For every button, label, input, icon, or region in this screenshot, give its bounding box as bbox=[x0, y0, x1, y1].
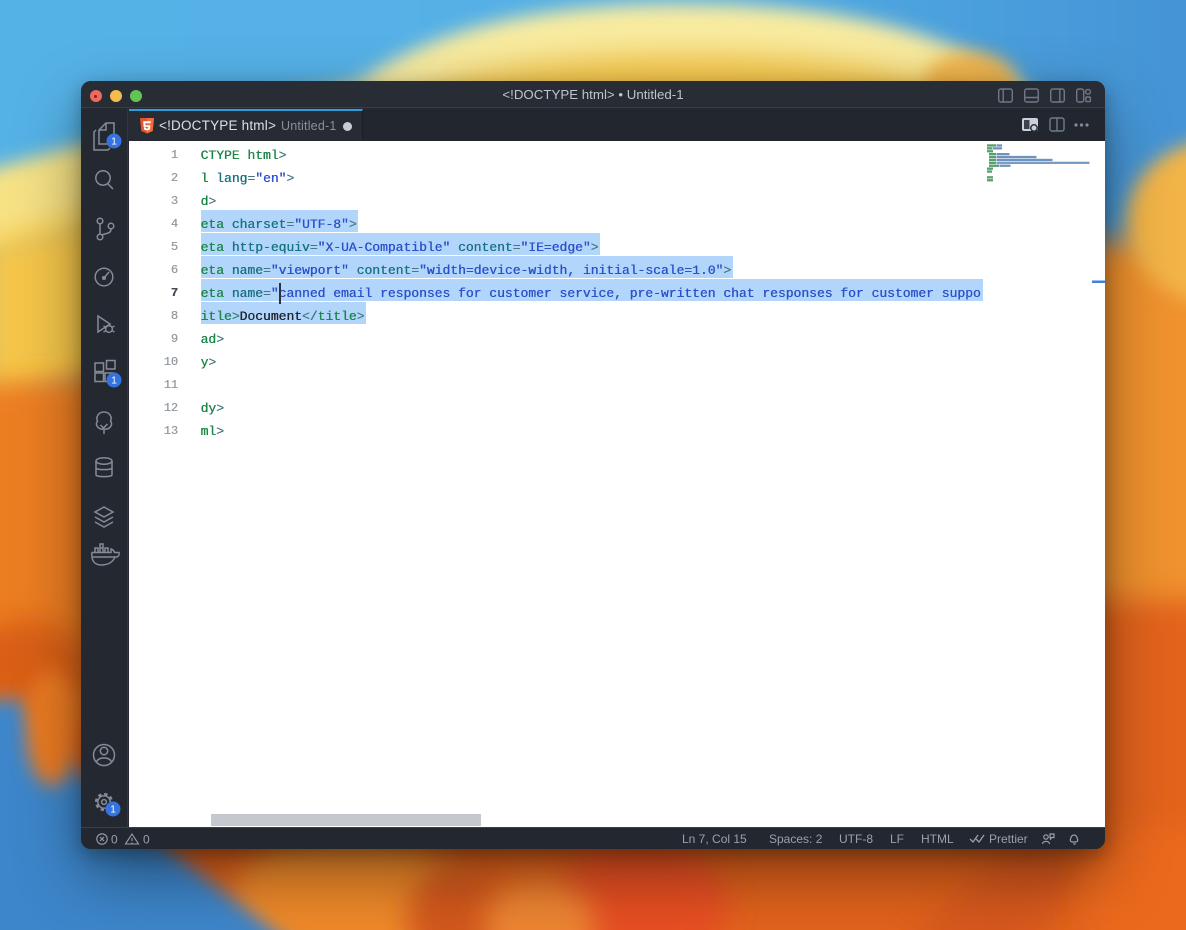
svg-text:1: 1 bbox=[110, 805, 116, 816]
svg-text:0: 0 bbox=[111, 833, 118, 847]
svg-text:0: 0 bbox=[143, 833, 150, 847]
svg-text:1: 1 bbox=[111, 376, 117, 387]
svg-text:1: 1 bbox=[111, 137, 117, 148]
